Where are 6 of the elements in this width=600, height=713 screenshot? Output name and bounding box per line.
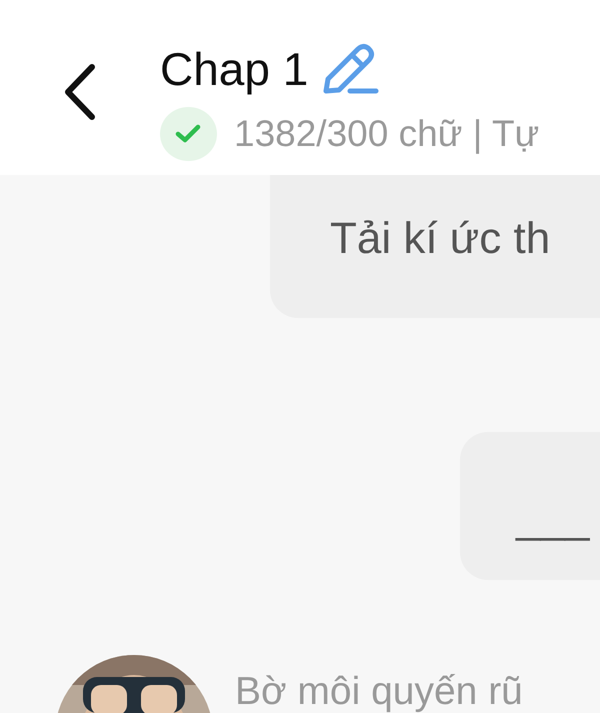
word-count: 1382/300 chữ | Tự [234, 112, 540, 156]
message-bubble[interactable]: ___ [460, 432, 600, 580]
chapter-title: Chap 1 [160, 42, 308, 97]
check-icon [160, 106, 217, 161]
message-bubble[interactable]: Tải kí ức th [270, 175, 600, 318]
comment-text: Bờ môi quyến rũ [235, 669, 523, 713]
